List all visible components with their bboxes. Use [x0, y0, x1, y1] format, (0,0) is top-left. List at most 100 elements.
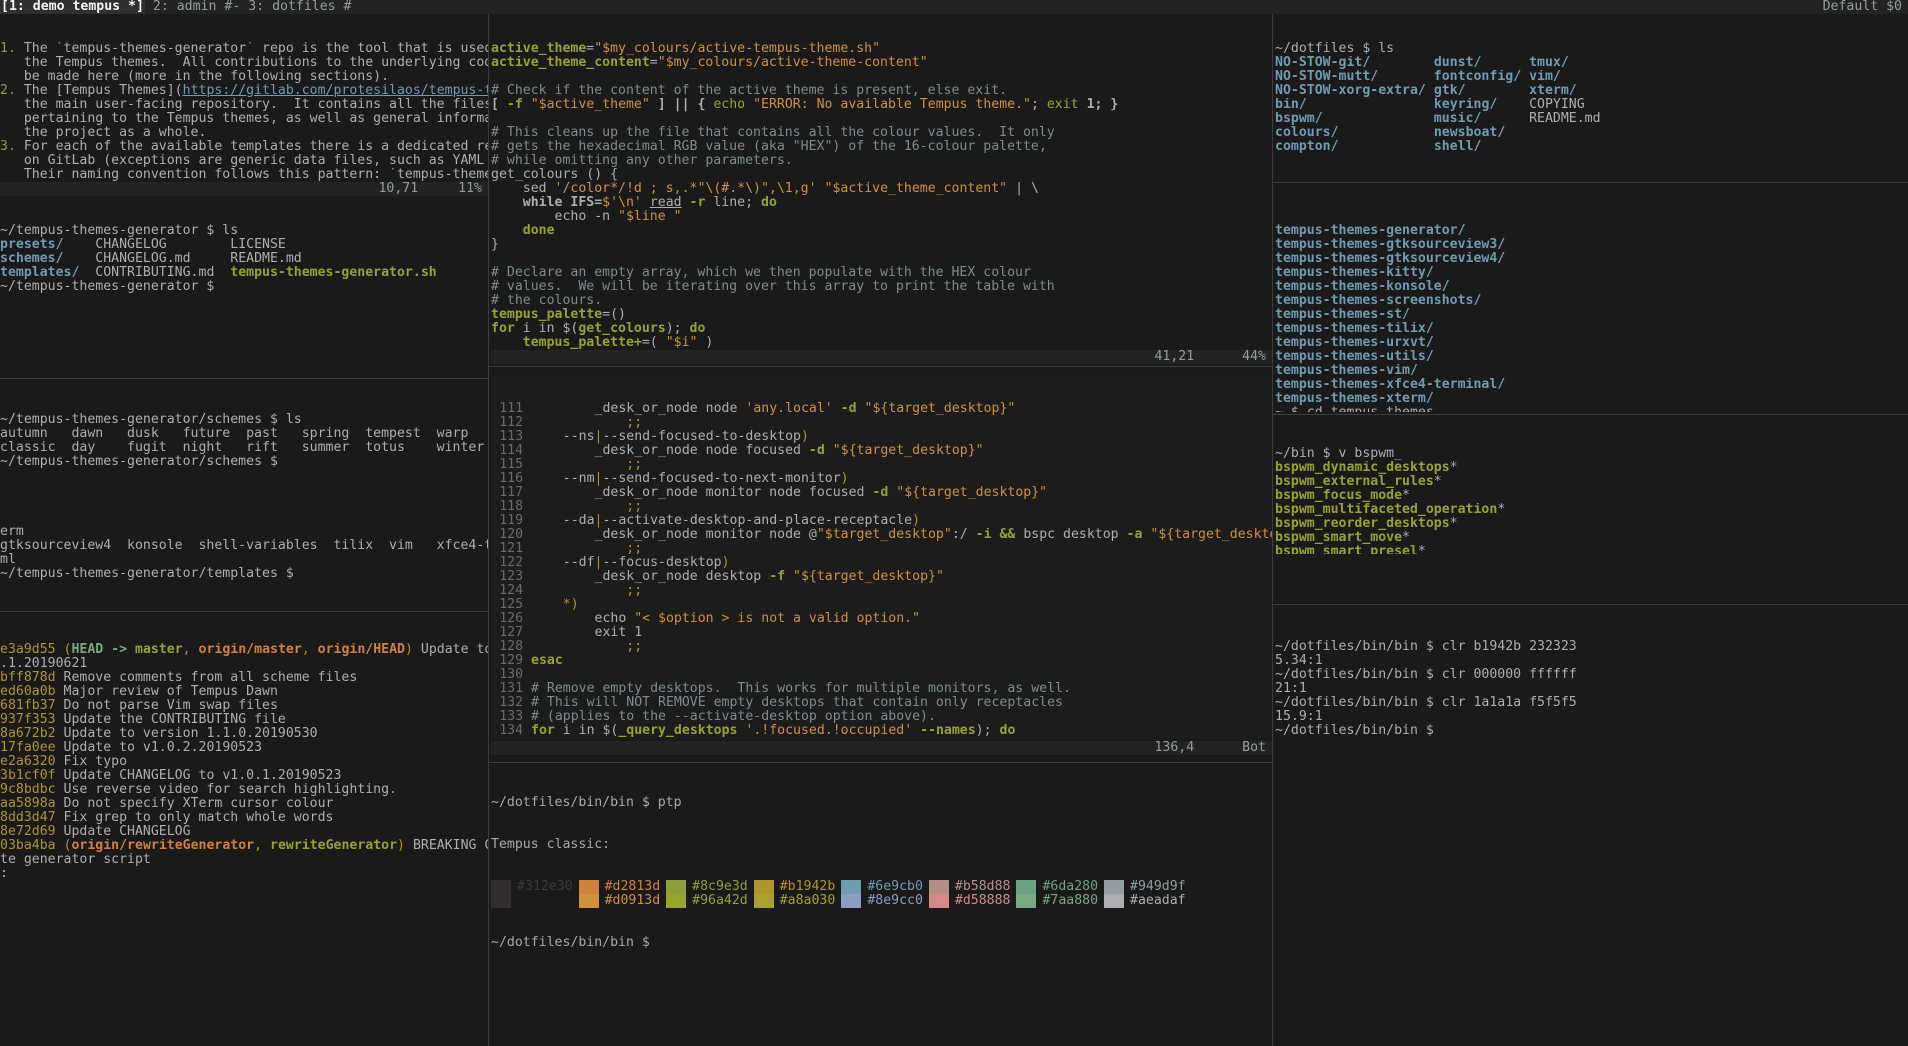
- text-span: music/: [1433, 112, 1482, 126]
- text-span: classic day fugit night rift summer totu…: [0, 441, 485, 455]
- terminal-line: ~/tempus-themes-generator/schemes $: [0, 455, 488, 469]
- terminal-line: tempus-themes-screenshots/: [1275, 294, 1908, 308]
- terminal-line: 132 # This will NOT REMOVE empty desktop…: [491, 696, 1272, 710]
- terminal-line: te generator script: [0, 853, 488, 867]
- pane-git-log[interactable]: e3a9d55 (HEAD -> master, origin/master, …: [0, 615, 488, 1046]
- terminal-line: ~/tempus-themes-generator $: [0, 280, 488, 294]
- line-number: 125: [499, 598, 531, 612]
- pane-palette-shell[interactable]: ~/dotfiles/bin/bin $ ptp Tempus classic:…: [491, 768, 1272, 1046]
- pane-tempus-ls[interactable]: tempus-themes-generator/tempus-themes-gt…: [1275, 196, 1908, 412]
- text-span: tempus-themes-konsole/: [1275, 280, 1450, 294]
- terminal-line: ~/bin $ v bspwm_: [1275, 447, 1908, 461]
- text-span: # gets the hexadecimal RGB value (aka "H…: [491, 140, 1047, 154]
- text-span: bspwm_dynamic_desktops: [1275, 461, 1450, 475]
- terminal-line: tempus-themes-utils/: [1275, 350, 1908, 364]
- text-span: --df: [531, 556, 595, 570]
- pane-shell-schemes[interactable]: ~/tempus-themes-generator/schemes $ ls au…: [0, 385, 488, 497]
- line-number: 115: [499, 458, 531, 472]
- line-number: 130: [499, 668, 531, 682]
- pane-dotfiles-ls[interactable]: ~/dotfiles $ ls NO-STOW-git/ dunst/ tmux/…: [1275, 14, 1908, 154]
- text-span: ): [800, 430, 809, 444]
- pane-clr-shell[interactable]: ~/dotfiles/bin/bin $ clr b1942b 232323 5.…: [1275, 612, 1908, 822]
- text-span: templates/: [0, 266, 80, 280]
- text-span: $'\n': [602, 196, 642, 210]
- text-span: 'any.local': [745, 402, 833, 416]
- text-span: tempus-themes-generator.sh: [230, 266, 437, 280]
- line-number: 113: [499, 430, 531, 444]
- text-span: exit: [1046, 98, 1079, 112]
- tmux-window-1[interactable]: [1: demo tempus *]: [0, 0, 145, 14]
- line-number: 114: [499, 444, 531, 458]
- pane-shell-generator[interactable]: ~/tempus-themes-generator $ ls presets/ C…: [0, 196, 488, 378]
- text-span: --send-focused-to-next-monitor: [602, 472, 841, 486]
- text-span: ): [570, 598, 579, 612]
- text-span: ,: [254, 839, 270, 853]
- terminal-line: tempus-themes-gtksourceview3/: [1275, 238, 1908, 252]
- text-span: _desk_or_node desktop: [531, 570, 770, 584]
- text-span: line;: [705, 196, 761, 210]
- terminal-line: tempus-themes-vim/: [1275, 364, 1908, 378]
- terminal-line: 111 _desk_or_node node 'any.local' -d "$…: [491, 402, 1272, 416]
- terminal-line: compton/ shell/: [1275, 140, 1908, 154]
- text-span: 5.34:1: [1275, 654, 1323, 668]
- text-span: ~/tempus-themes-generator $ ls: [0, 224, 239, 238]
- text-span: '/color*/!d ; s,.*"\(#.*\)",\1,g': [554, 182, 817, 196]
- palette-hex-bottom: #d58888: [954, 893, 1011, 908]
- text-span: LICENSE: [230, 238, 286, 252]
- palette-labels: #8c9e3d #96a42d: [686, 880, 748, 908]
- pane-bspwm-ls[interactable]: ~/bin $ v bspwm_ bspwm_dynamic_desktops * b…: [1275, 419, 1908, 554]
- text-span: -d: [808, 444, 825, 458]
- text-span: 937f353: [0, 713, 64, 727]
- text-span: tempus-themes-screenshots/: [1275, 294, 1482, 308]
- text-span: Use reverse video for search highlightin…: [63, 783, 397, 797]
- text-span: tempus-themes-xterm/: [1275, 392, 1434, 406]
- tmux-window-3[interactable]: 3: dotfiles #: [240, 0, 351, 14]
- text-span: ;;: [531, 458, 643, 472]
- text-span: for: [531, 724, 555, 738]
- pane-readme-markdown[interactable]: 1. The `tempus-themes-generator` repo is…: [0, 14, 488, 182]
- line-number: 122: [499, 556, 531, 570]
- text-span: -f: [506, 98, 523, 112]
- color-swatch: [666, 880, 687, 908]
- terminal-line: schemes/ CHANGELOG.md README.md: [0, 252, 488, 266]
- text-span: sed: [491, 182, 555, 196]
- text-span: while IFS=: [491, 196, 603, 210]
- text-span: e2a6320: [0, 755, 64, 769]
- pane-shell-templates[interactable]: erm gtksourceview4 konsole shell-variable…: [0, 497, 488, 609]
- text-span: *: [1402, 489, 1410, 503]
- text-span: 2.: [0, 84, 16, 98]
- terminal-line: bspwm_reorder_desktops*: [1275, 517, 1908, 531]
- palette-hex-top: #6e9cb0: [867, 879, 923, 894]
- text-span: ): [405, 643, 413, 657]
- pane-vim-generator-statusline: 41,21 44%: [491, 350, 1272, 364]
- text-span: autumn dawn dusk future past spring temp…: [0, 427, 469, 441]
- text-span: Do not parse Vim swap files: [63, 699, 278, 713]
- terminal-line: 130: [491, 668, 1272, 682]
- terminal-line: 112 ;;: [491, 416, 1272, 430]
- text-span: Update to version 1.1.0.20190530: [63, 727, 318, 741]
- tmux-window-2[interactable]: 2: admin #-: [145, 0, 240, 14]
- color-swatch: [841, 880, 862, 908]
- text-span: origin/rewriteGenerator: [71, 839, 255, 853]
- text-span: -r: [689, 196, 706, 210]
- text-span: dunst/: [1433, 56, 1482, 70]
- text-span: Update CHANGELOG to v1.0.1.20190523: [63, 769, 342, 783]
- terminal-line: the Tempus themes. All contributions to …: [0, 56, 488, 70]
- text-span: The [Tempus Themes](: [15, 84, 183, 98]
- palette-color-group: #6e9cb0 #8e9cc0: [841, 880, 923, 908]
- text-span: -d: [872, 486, 889, 500]
- pane-vim-bspwm[interactable]: 111 _desk_or_node node 'any.local' -d "$…: [491, 374, 1272, 738]
- terminal-line: colours/ newsboat/: [1275, 126, 1908, 140]
- text-span: =(: [641, 336, 666, 350]
- text-span: 681fb37: [0, 699, 64, 713]
- palette-hex-bottom: #a8a030: [779, 893, 836, 908]
- text-span: the Tempus themes. All contributions to …: [23, 56, 488, 70]
- pane-vim-generator[interactable]: active_theme ="$my_colours/active-tempus-…: [491, 14, 1272, 350]
- line-number: 117: [499, 486, 531, 500]
- text-span: esac: [531, 654, 563, 668]
- terminal-line: ~ $ cd tempus-themes: [1275, 406, 1908, 412]
- text-span: tempus-themes-urxvt/: [1275, 336, 1434, 350]
- text-span: );: [975, 724, 1000, 738]
- palette-hex-top: #b58d88: [954, 879, 1011, 894]
